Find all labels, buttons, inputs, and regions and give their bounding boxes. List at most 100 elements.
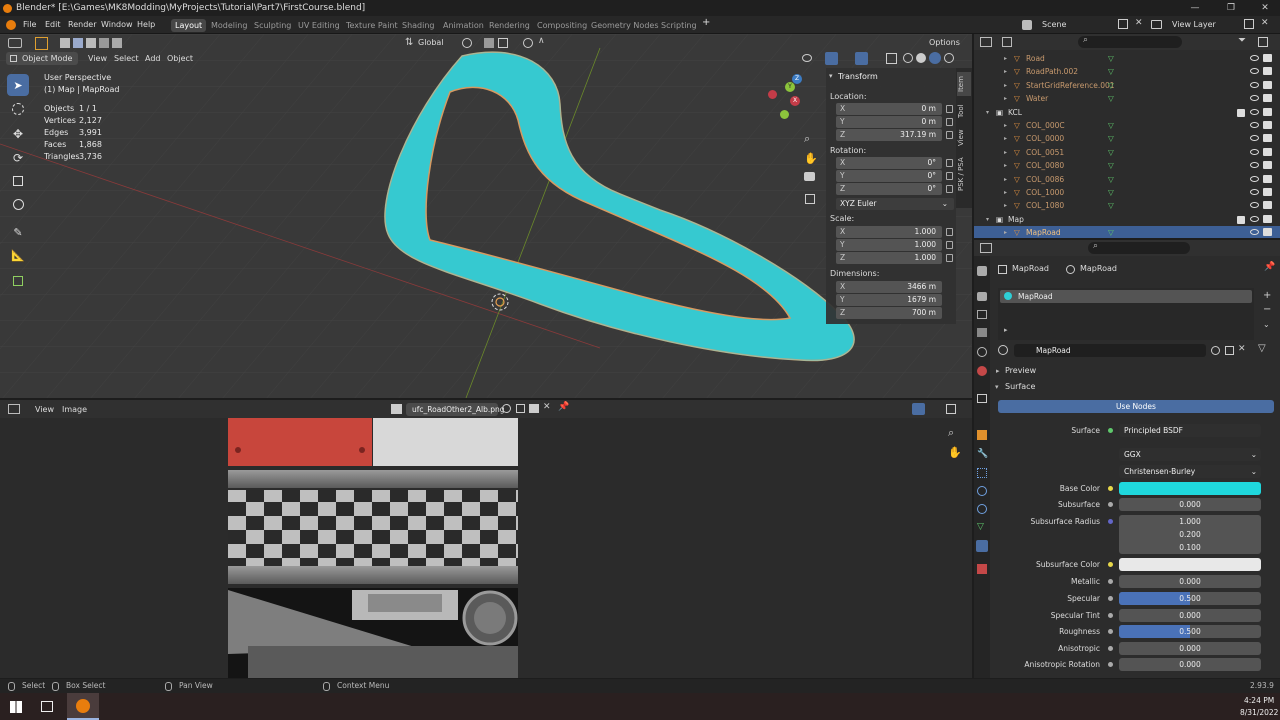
view-layer-icon[interactable] [1151, 20, 1162, 29]
visibility-eye-icon[interactable] [1250, 148, 1259, 155]
rotate-tool-button[interactable]: ⟳ [7, 147, 29, 169]
navigation-gizmo[interactable]: Y Z X [764, 74, 814, 124]
maximize-icon[interactable]: ❐ [1218, 0, 1244, 16]
outliner[interactable]: ⌕ ⏷ ▸ ▽ Road ▽ ▸ ▽ RoadPath.002 ▽ ▸ ▽ StartGridRef… [974, 34, 1280, 238]
zoom-image-icon[interactable]: ⌕ [948, 426, 954, 440]
outliner-row[interactable]: ▸ ▽ COL_1000 ▽ [974, 186, 1280, 199]
mesh-data-icon[interactable]: ▽ [1108, 132, 1114, 145]
snap-target-icon[interactable] [498, 38, 508, 48]
view-layer-name[interactable]: View Layer [1172, 19, 1216, 31]
location-z-field[interactable]: Z 317.19 m [836, 129, 942, 141]
scale-z-field[interactable]: Z 1.000 [836, 252, 942, 264]
expand-arrow-icon[interactable]: ▸ [1004, 132, 1007, 145]
outliner-type-icon[interactable] [980, 37, 992, 47]
new-scene-icon[interactable] [1118, 19, 1128, 29]
editor-type-icon[interactable] [8, 38, 22, 48]
outliner-row[interactable]: ▾ ▣ KCL [974, 106, 1280, 119]
render-camera-icon[interactable] [1263, 54, 1272, 62]
lock-icon[interactable] [946, 131, 953, 139]
zoom-view-icon[interactable]: ⌕ [804, 132, 810, 146]
metallic-field[interactable]: 0.000 [1119, 575, 1261, 588]
link-mode-icon[interactable]: ▽ [1258, 343, 1266, 354]
location-y-field[interactable]: Y 0 m [836, 116, 942, 128]
lock-icon[interactable] [946, 254, 953, 262]
fake-user-icon[interactable] [502, 404, 511, 413]
scene-name[interactable]: Scene [1042, 19, 1066, 31]
render-camera-icon[interactable] [1263, 121, 1272, 129]
tab-sculpting[interactable]: Sculpting [250, 19, 295, 32]
properties-editor[interactable]: ⌕ 🔧 ▽ MapRoad MapRoad 📌 MapRoad ▸ + − ⌄ … [974, 240, 1280, 678]
gizmo-x-negative[interactable] [768, 90, 777, 99]
select-box-icon[interactable] [60, 38, 70, 48]
select-intersect-icon[interactable] [112, 38, 122, 48]
tab-scripting[interactable]: Scripting [657, 19, 701, 32]
menu-render[interactable]: Render [68, 19, 96, 31]
lock-icon[interactable] [946, 241, 953, 249]
snap-icon[interactable] [484, 38, 494, 48]
outliner-row[interactable]: ▸ ▽ RoadPath.002 ▽ [974, 65, 1280, 78]
mesh-data-icon[interactable]: ▽ [1108, 65, 1114, 78]
rotation-y-field[interactable]: Y 0° [836, 170, 942, 182]
new-collection-icon[interactable] [1258, 37, 1268, 47]
tab-texture-paint[interactable]: Texture Paint [342, 19, 402, 32]
render-camera-icon[interactable] [1263, 80, 1272, 89]
image-editor-type-icon[interactable] [8, 404, 20, 414]
menu-help[interactable]: Help [137, 19, 155, 31]
outliner-row[interactable]: ▾ ▣ Map [974, 213, 1280, 226]
physics-tab-icon[interactable] [977, 486, 987, 496]
dimensions-x-field[interactable]: X 3466 m [836, 281, 942, 293]
tab-modeling[interactable]: Modeling [207, 19, 251, 32]
shading-wireframe-icon[interactable] [903, 53, 913, 63]
select-invert-icon[interactable] [99, 38, 109, 48]
filter-icon[interactable]: ⏷ [1238, 35, 1246, 46]
material-datablock-field[interactable]: MapRoad [1014, 344, 1206, 357]
expand-arrow-icon[interactable]: ▸ [1004, 79, 1007, 92]
tab-animation[interactable]: Animation [439, 19, 488, 32]
render-camera-icon[interactable] [1263, 188, 1272, 196]
expand-arrow-icon[interactable]: ▸ [1004, 326, 1008, 334]
add-workspace-icon[interactable]: + [702, 17, 710, 29]
base-color-swatch[interactable] [1119, 482, 1261, 495]
outliner-row[interactable]: ▸ ▽ COL_0086 ▽ [974, 173, 1280, 186]
scale-x-field[interactable]: X 1.000 [836, 226, 942, 238]
outliner-row[interactable]: ▸ ▽ COL_0080 ▽ [974, 159, 1280, 172]
image-name-field[interactable]: ufc_RoadOther2_Alb.png [406, 403, 505, 416]
menu-view[interactable]: View [84, 52, 111, 65]
tab-geometry-nodes[interactable]: Geometry Nodes [587, 19, 662, 32]
select-subtract-icon[interactable] [86, 38, 96, 48]
gizmo-toggle-icon[interactable] [825, 52, 838, 65]
subsurface-radius-y-field[interactable]: 0.200 [1119, 528, 1261, 541]
scene-tab-icon[interactable] [977, 347, 987, 357]
expand-arrow-icon[interactable]: ▸ [1004, 65, 1007, 78]
modifier-tab-icon[interactable]: 🔧 [977, 449, 988, 459]
lock-icon[interactable] [946, 185, 953, 193]
visibility-eye-icon[interactable] [1250, 55, 1259, 61]
pin-icon[interactable]: 📌 [558, 402, 569, 412]
visibility-eye-icon[interactable] [1250, 95, 1259, 102]
object-tab-icon[interactable] [977, 430, 987, 440]
move-tool-button[interactable]: ✥ [7, 123, 29, 145]
lock-icon[interactable] [946, 118, 953, 126]
expand-arrow-icon[interactable]: ▸ [1004, 199, 1007, 212]
render-tab-icon[interactable] [977, 292, 987, 301]
menu-image[interactable]: Image [58, 403, 91, 416]
tab-psk-psa[interactable]: PSK / PSA [957, 154, 971, 194]
transform-panel-title[interactable]: Transform [838, 72, 878, 81]
mesh-data-icon[interactable]: ▽ [1108, 119, 1114, 132]
unlink-image-icon[interactable]: ✕ [543, 402, 551, 412]
subsurface-radius-x-field[interactable]: 1.000 [1119, 515, 1261, 528]
shading-rendered-icon[interactable] [944, 53, 954, 63]
material-browse-icon[interactable] [998, 345, 1008, 355]
subsurface-field[interactable]: 0.000 [1119, 498, 1261, 511]
pin-icon[interactable]: 📌 [1264, 262, 1275, 272]
gizmo-y-axis[interactable]: Y [785, 82, 795, 92]
render-camera-icon[interactable] [1263, 134, 1272, 143]
menu-object[interactable]: Object [163, 52, 197, 65]
image-overlay-icon[interactable] [912, 403, 925, 415]
taskbar-blender-button[interactable] [67, 693, 99, 720]
tool-tab-icon[interactable] [977, 266, 987, 276]
task-view-icon[interactable] [41, 701, 53, 712]
expand-arrow-icon[interactable]: ▸ [1004, 186, 1007, 199]
menu-view[interactable]: View [31, 403, 58, 416]
mesh-data-icon[interactable]: ▽ [1108, 173, 1114, 186]
